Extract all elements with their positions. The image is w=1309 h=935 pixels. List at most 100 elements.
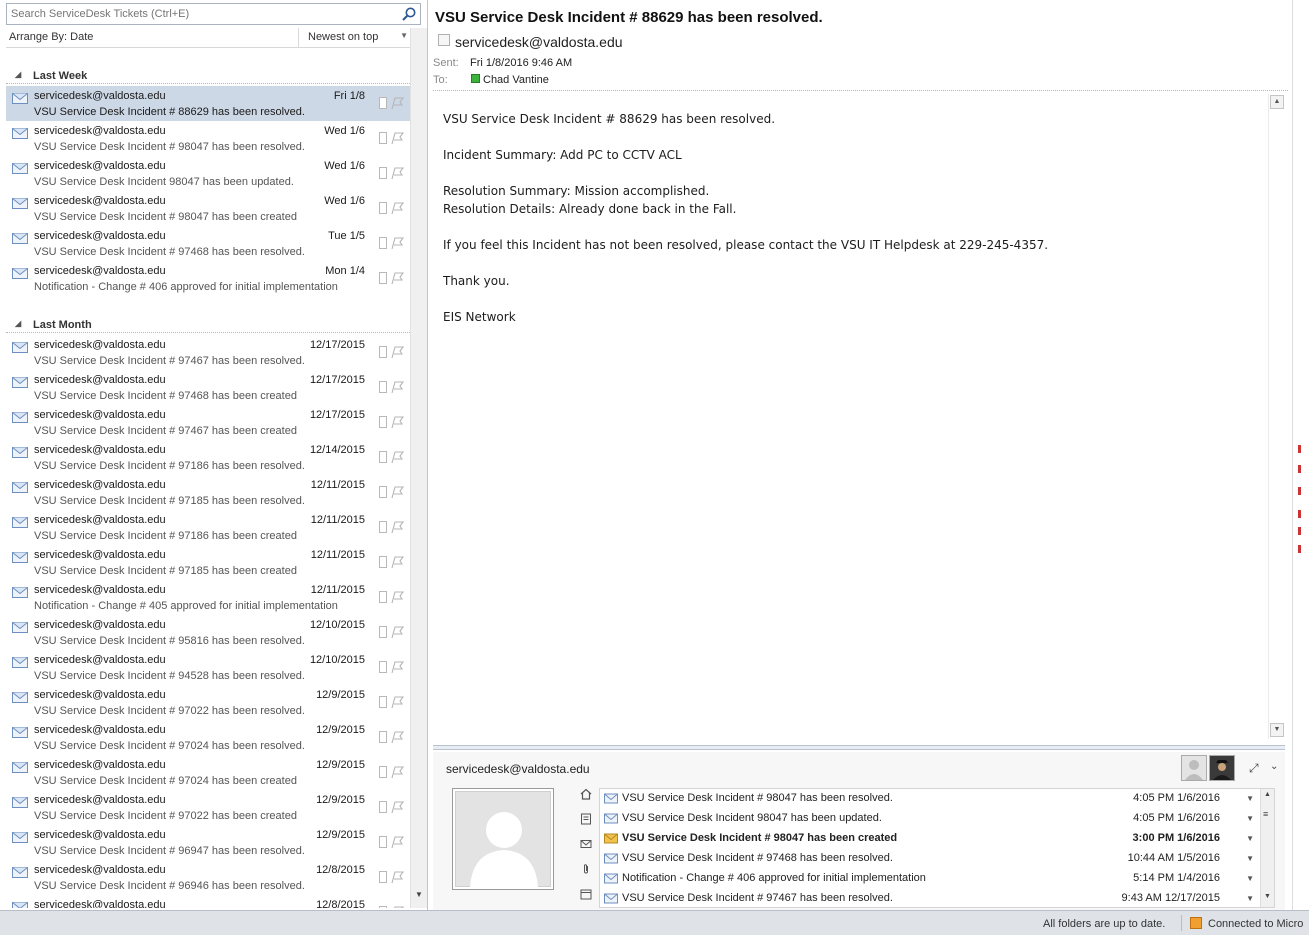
category-box[interactable]: [379, 871, 387, 883]
category-box[interactable]: [379, 591, 387, 603]
recipient[interactable]: Chad Vantine: [483, 74, 549, 86]
scroll-thumb[interactable]: ≡: [1263, 809, 1268, 819]
flag-icon[interactable]: [390, 166, 404, 180]
category-box[interactable]: [379, 97, 387, 109]
list-item[interactable]: servicedesk@valdosta.edu VSU Service Desk…: [6, 226, 410, 261]
flag-icon[interactable]: [390, 625, 404, 639]
expand-icon[interactable]: ⤢: [1249, 761, 1259, 776]
list-item[interactable]: servicedesk@valdosta.edu VSU Service Desk…: [6, 545, 410, 580]
list-item[interactable]: servicedesk@valdosta.edu VSU Service Desk…: [6, 86, 410, 121]
category-box[interactable]: [379, 521, 387, 533]
chevron-down-icon[interactable]: ▼: [1246, 874, 1254, 883]
category-box[interactable]: [379, 801, 387, 813]
category-box[interactable]: [379, 486, 387, 498]
list-item[interactable]: servicedesk@valdosta.edu VSU Service Desk…: [6, 335, 410, 370]
chevron-down-icon[interactable]: ▼: [1246, 854, 1254, 863]
connection-status[interactable]: Connected to Micro: [1208, 918, 1303, 930]
list-item[interactable]: servicedesk@valdosta.edu 12/8/2015: [6, 895, 410, 908]
category-box[interactable]: [379, 237, 387, 249]
category-box[interactable]: [379, 381, 387, 393]
flag-icon[interactable]: [390, 835, 404, 849]
search-input[interactable]: [7, 4, 397, 24]
category-box[interactable]: [379, 451, 387, 463]
list-item[interactable]: servicedesk@valdosta.edu VSU Service Desk…: [6, 860, 410, 895]
list-item[interactable]: servicedesk@valdosta.edu VSU Service Desk…: [6, 475, 410, 510]
search-box[interactable]: [6, 3, 421, 25]
body-scrollbar[interactable]: ▲ ▼: [1268, 94, 1285, 739]
search-icon[interactable]: [401, 6, 417, 22]
list-item[interactable]: servicedesk@valdosta.edu VSU Service Desk…: [6, 440, 410, 475]
collapse-chevron-icon[interactable]: ⌄: [1270, 761, 1278, 772]
flag-icon[interactable]: [390, 765, 404, 779]
people-pane-row[interactable]: VSU Service Desk Incident 98047 has been…: [600, 809, 1274, 829]
flag-icon[interactable]: [390, 236, 404, 250]
flag-icon[interactable]: [390, 905, 404, 908]
group-header[interactable]: ◢ Last Month: [6, 315, 410, 333]
people-pane-scrollbar[interactable]: ▲ ≡ ▼: [1260, 789, 1274, 907]
people-pane-splitter[interactable]: [433, 745, 1285, 750]
flag-icon[interactable]: [390, 415, 404, 429]
flag-icon[interactable]: [390, 730, 404, 744]
scroll-up-icon[interactable]: ▲: [1270, 95, 1284, 109]
list-item[interactable]: servicedesk@valdosta.edu VSU Service Desk…: [6, 121, 410, 156]
list-item[interactable]: servicedesk@valdosta.edu VSU Service Desk…: [6, 755, 410, 790]
chevron-down-icon[interactable]: ▼: [1246, 814, 1254, 823]
flag-icon[interactable]: [390, 131, 404, 145]
notes-icon[interactable]: [575, 813, 597, 838]
people-pane-row[interactable]: Notification - Change # 406 approved for…: [600, 869, 1274, 889]
list-item[interactable]: servicedesk@valdosta.edu VSU Service Desk…: [6, 650, 410, 685]
collapse-triangle-icon[interactable]: ◢: [15, 319, 21, 328]
list-item[interactable]: servicedesk@valdosta.edu VSU Service Desk…: [6, 191, 410, 226]
home-icon[interactable]: [575, 788, 597, 813]
list-item[interactable]: servicedesk@valdosta.edu VSU Service Desk…: [6, 405, 410, 440]
chevron-down-icon[interactable]: ▼: [1246, 834, 1254, 843]
mail-icon[interactable]: [575, 838, 597, 863]
list-item[interactable]: servicedesk@valdosta.edu VSU Service Desk…: [6, 685, 410, 720]
category-box[interactable]: [379, 731, 387, 743]
list-item[interactable]: servicedesk@valdosta.edu VSU Service Desk…: [6, 790, 410, 825]
flag-icon[interactable]: [390, 380, 404, 394]
category-box[interactable]: [379, 202, 387, 214]
list-item[interactable]: servicedesk@valdosta.edu VSU Service Desk…: [6, 825, 410, 860]
paperclip-icon[interactable]: [575, 863, 597, 888]
list-item[interactable]: servicedesk@valdosta.edu Notification - C…: [6, 580, 410, 615]
people-pane-row[interactable]: VSU Service Desk Incident # 98047 has be…: [600, 829, 1274, 849]
category-box[interactable]: [379, 661, 387, 673]
scroll-up-icon[interactable]: ▲: [1264, 791, 1271, 798]
flag-icon[interactable]: [390, 345, 404, 359]
category-box[interactable]: [379, 906, 387, 908]
arrange-by-button[interactable]: Arrange By: Date: [9, 31, 93, 43]
list-item[interactable]: servicedesk@valdosta.edu VSU Service Desk…: [6, 615, 410, 650]
list-item[interactable]: servicedesk@valdosta.edu VSU Service Desk…: [6, 370, 410, 405]
select-checkbox[interactable]: [438, 34, 450, 46]
flag-icon[interactable]: [390, 485, 404, 499]
flag-icon[interactable]: [390, 271, 404, 285]
flag-icon[interactable]: [390, 870, 404, 884]
message-list-scrollbar[interactable]: ▼: [410, 28, 427, 908]
category-box[interactable]: [379, 766, 387, 778]
flag-icon[interactable]: [390, 520, 404, 534]
chevron-down-icon[interactable]: ▼: [1246, 894, 1254, 903]
flag-icon[interactable]: [390, 450, 404, 464]
category-box[interactable]: [379, 346, 387, 358]
scroll-down-icon[interactable]: ▼: [1270, 723, 1284, 737]
scroll-down-icon[interactable]: ▼: [415, 890, 423, 899]
flag-icon[interactable]: [390, 695, 404, 709]
sort-order-button[interactable]: Newest on top ▼: [298, 28, 410, 47]
category-box[interactable]: [379, 167, 387, 179]
scroll-down-icon[interactable]: ▼: [1264, 893, 1271, 900]
group-header[interactable]: ◢ Last Week: [6, 66, 410, 84]
collapse-triangle-icon[interactable]: ◢: [15, 70, 21, 79]
category-box[interactable]: [379, 132, 387, 144]
flag-icon[interactable]: [390, 660, 404, 674]
list-item[interactable]: servicedesk@valdosta.edu Notification - C…: [6, 261, 410, 296]
flag-icon[interactable]: [390, 800, 404, 814]
flag-icon[interactable]: [390, 590, 404, 604]
contact-thumbnail[interactable]: [1181, 755, 1207, 781]
category-box[interactable]: [379, 272, 387, 284]
list-item[interactable]: servicedesk@valdosta.edu VSU Service Desk…: [6, 156, 410, 191]
category-box[interactable]: [379, 696, 387, 708]
people-pane-row[interactable]: VSU Service Desk Incident # 97468 has be…: [600, 849, 1274, 869]
category-box[interactable]: [379, 416, 387, 428]
chevron-down-icon[interactable]: ▼: [1246, 794, 1254, 803]
